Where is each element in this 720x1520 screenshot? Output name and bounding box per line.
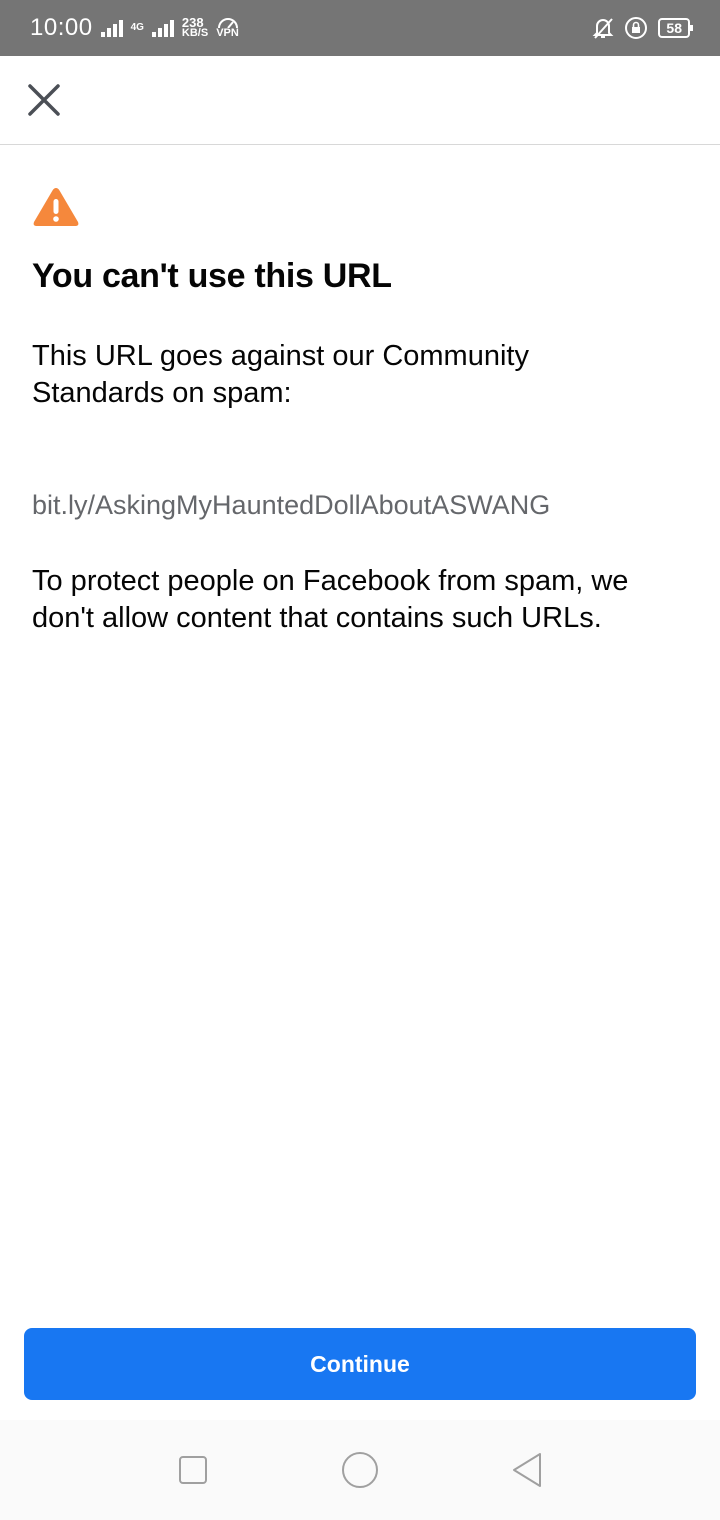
network-speed: 238 KB/S	[181, 16, 209, 39]
blocked-url: bit.ly/AskingMyHauntedDollAboutASWANG	[32, 490, 551, 520]
close-icon	[28, 84, 60, 116]
warning-icon	[33, 188, 79, 226]
signal-icon-2	[151, 19, 174, 37]
speed-unit: KB/S	[181, 27, 209, 39]
triangle-back-icon	[512, 1453, 541, 1487]
rotation-lock-icon	[625, 17, 648, 39]
signal-icon	[100, 19, 123, 37]
top-bar	[0, 56, 720, 145]
vpn-icon	[217, 17, 238, 28]
close-button[interactable]	[22, 78, 66, 122]
dialog-title: You can't use this URL	[32, 257, 392, 295]
dialog-note: To protect people on Facebook from spam,…	[32, 565, 629, 634]
dialog-description: This URL goes against our Community Stan…	[32, 340, 529, 409]
square-icon	[179, 1456, 208, 1484]
nav-back-button[interactable]	[507, 1450, 547, 1490]
status-time: 10:00	[30, 14, 93, 41]
nav-home-button[interactable]	[340, 1450, 380, 1490]
vpn-label: VPN	[216, 26, 239, 39]
network-type: 4G	[130, 22, 144, 33]
status-right: 58	[592, 16, 693, 40]
status-bar: 10:00 4G 238 KB/S VPN 58	[0, 0, 720, 56]
status-left: 10:00 4G 238 KB/S VPN	[30, 14, 239, 42]
dialog-content: You can't use this URL This URL goes aga…	[32, 185, 692, 637]
circle-icon	[341, 1452, 378, 1488]
battery-indicator: 58	[658, 18, 693, 38]
mute-bell-icon	[593, 18, 614, 39]
network-indicator: 4G	[131, 23, 144, 33]
nav-recent-button[interactable]	[173, 1450, 213, 1490]
vpn-indicator: VPN	[216, 17, 239, 39]
continue-button[interactable]: Continue	[24, 1328, 696, 1400]
system-nav-bar	[0, 1420, 720, 1520]
